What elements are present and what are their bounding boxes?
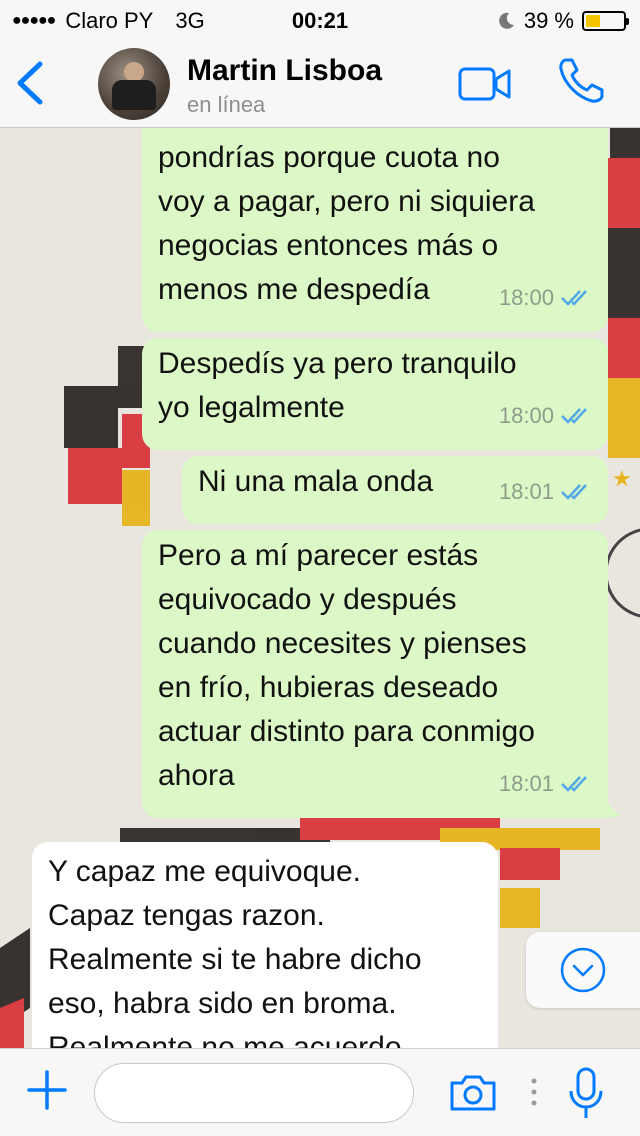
more-dots-icon: [531, 1078, 537, 1106]
chevron-down-circle-icon: [560, 947, 606, 993]
video-call-button[interactable]: [458, 66, 512, 102]
message-text: Y capaz me equivoque. Capaz tengas razon…: [48, 855, 422, 1048]
back-button[interactable]: [12, 58, 52, 108]
back-chevron-icon: [17, 61, 43, 105]
message-bubble-outgoing[interactable]: pondrías porque cuota no voy a pagar, pe…: [142, 128, 608, 332]
message-meta: 18:00: [499, 394, 594, 438]
svg-text:★: ★: [612, 467, 632, 492]
input-bar: [0, 1048, 640, 1136]
battery-level: [586, 15, 601, 27]
read-ticks-icon: [561, 408, 587, 424]
message-meta: 18:01: [499, 470, 594, 514]
read-ticks-icon: [561, 290, 587, 306]
contact-avatar[interactable]: [98, 48, 170, 120]
read-ticks-icon: [561, 776, 587, 792]
message-bubble-outgoing[interactable]: Pero a mí parecer estás equivocado y des…: [142, 530, 608, 818]
battery-icon: [582, 11, 629, 31]
battery-percent: 39 %: [523, 8, 574, 33]
message-bubble-outgoing[interactable]: Ni una mala onda 18:01: [182, 456, 608, 524]
chat-area[interactable]: ★ pondrías porque cuota no voy a pagar, …: [0, 128, 640, 1048]
contact-name[interactable]: Martin Lisboa: [187, 54, 382, 88]
message-bubble-outgoing[interactable]: Despedís ya pero tranquilo yo legalmente…: [142, 338, 608, 450]
phone-call-button[interactable]: [556, 56, 606, 106]
message-time: 18:00: [498, 285, 554, 310]
video-call-icon: [458, 67, 511, 101]
microphone-button[interactable]: [568, 1067, 604, 1121]
message-meta: 18:01: [499, 762, 594, 806]
camera-icon: [450, 1075, 496, 1111]
microphone-icon: [569, 1067, 603, 1118]
read-ticks-icon: [561, 484, 587, 500]
contact-status: en línea: [187, 92, 266, 117]
avatar-body: [112, 80, 156, 110]
message-time: 18:01: [498, 771, 554, 796]
message-text: Pero a mí parecer estás equivocado y des…: [158, 539, 535, 792]
message-bubble-incoming[interactable]: Y capaz me equivoque. Capaz tengas razon…: [32, 842, 498, 1048]
plus-icon: [27, 1070, 67, 1110]
status-bar: ●●●●● Claro PY 3G 00:21 39 %: [0, 0, 640, 40]
attach-button[interactable]: [26, 1069, 68, 1111]
avatar-head: [124, 62, 144, 82]
phone-call-icon: [559, 58, 604, 103]
camera-button[interactable]: [448, 1073, 498, 1113]
message-time: 18:01: [498, 479, 554, 504]
bubble-tail-outgoing: [604, 792, 622, 818]
chat-header: Martin Lisboa en línea: [0, 40, 640, 128]
message-meta: 18:00: [499, 276, 594, 320]
status-right: 39 %: [496, 8, 629, 34]
message-input[interactable]: [94, 1063, 414, 1123]
message-time: 18:00: [498, 403, 554, 428]
moon-icon: [499, 12, 514, 29]
scroll-to-bottom-button[interactable]: [526, 932, 640, 1008]
